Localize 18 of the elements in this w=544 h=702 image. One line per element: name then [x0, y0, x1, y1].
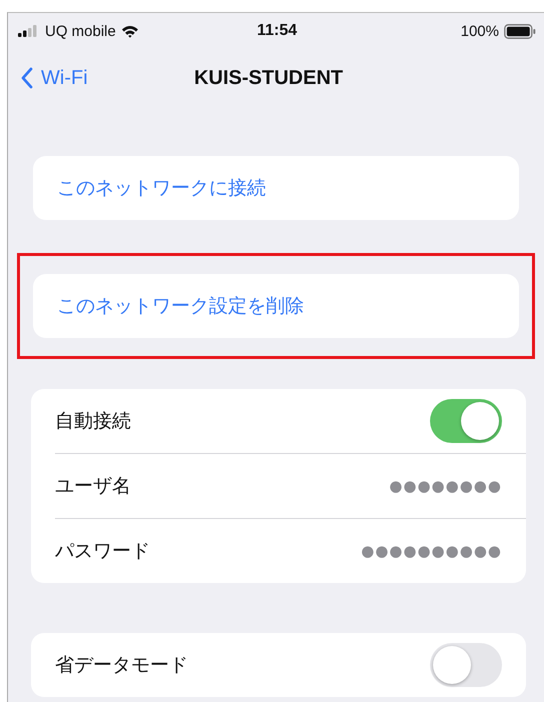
- setting-label: 自動接続: [55, 409, 131, 434]
- back-button[interactable]: Wi-Fi: [8, 66, 88, 90]
- battery-percent: 100%: [460, 22, 499, 40]
- toggle-switch[interactable]: [430, 643, 502, 687]
- network-action-button[interactable]: このネットワーク設定を削除: [33, 274, 519, 338]
- masked-value: ●●●●●●●●: [389, 477, 502, 495]
- wifi-icon: [120, 24, 139, 38]
- network-action-button[interactable]: このネットワークに接続: [33, 156, 519, 220]
- page-title: KUIS-STUDENT: [194, 66, 343, 90]
- setting-label: ユーザ名: [55, 474, 131, 499]
- toggle-switch[interactable]: [430, 399, 502, 443]
- carrier-name: UQ mobile: [45, 22, 116, 40]
- setting-label: パスワード: [55, 539, 150, 564]
- setting-label: 省データモード: [55, 653, 188, 678]
- clock-time: 11:54: [256, 22, 298, 40]
- masked-value: ●●●●●●●●●●: [361, 542, 502, 560]
- battery-icon: [504, 24, 536, 38]
- chevron-left-icon: [20, 67, 33, 89]
